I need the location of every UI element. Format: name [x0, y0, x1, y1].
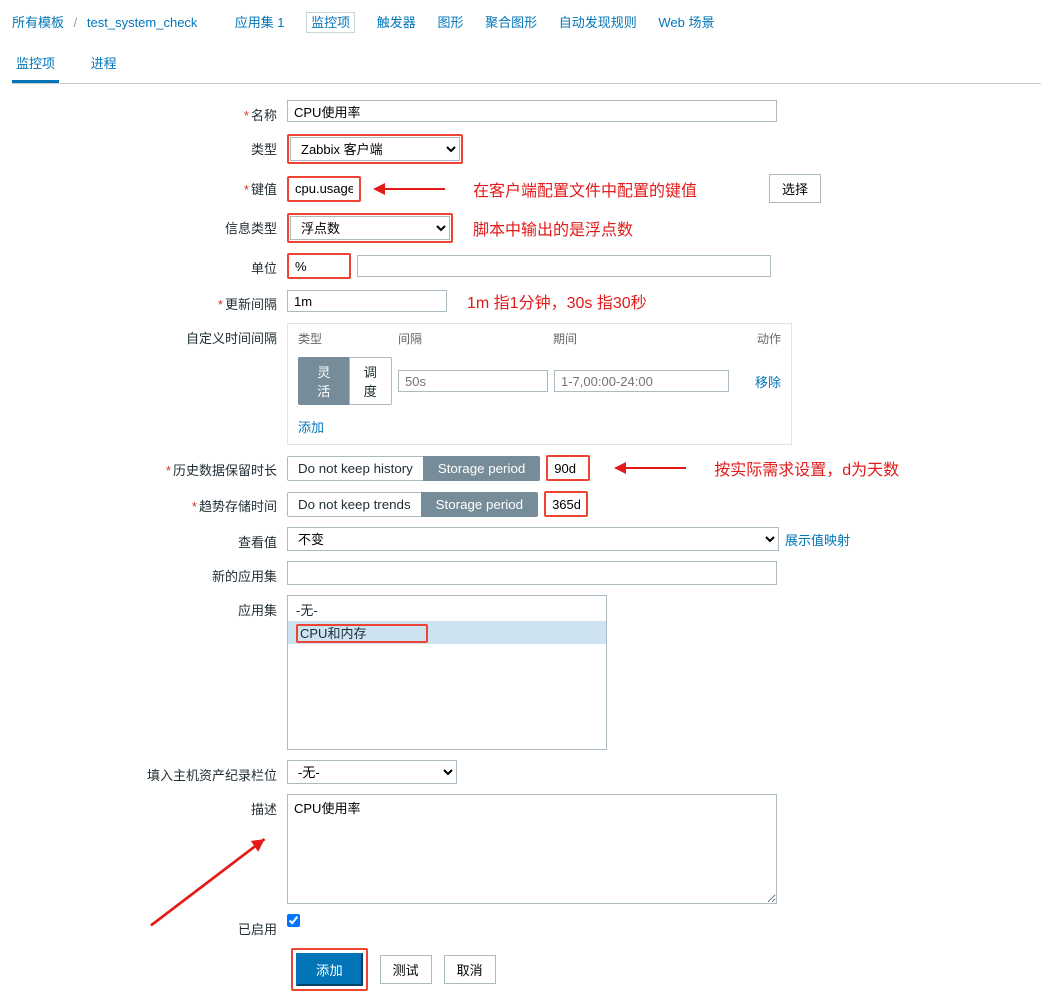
- info-type-select[interactable]: 浮点数: [290, 216, 450, 240]
- annotation-info-type: 脚本中输出的是浮点数: [473, 216, 633, 240]
- history-value-input[interactable]: [548, 457, 588, 479]
- label-new-app: 新的应用集: [212, 569, 277, 584]
- trends-storage-button[interactable]: Storage period: [421, 492, 538, 517]
- label-update-interval: 更新间隔: [225, 297, 277, 312]
- tab-screens[interactable]: 聚合图形: [485, 15, 537, 30]
- label-description: 描述: [251, 802, 277, 817]
- annotation-interval: 1m 指1分钟，30s 指30秒: [467, 289, 647, 313]
- label-info-type: 信息类型: [225, 221, 277, 236]
- new-app-input[interactable]: [287, 561, 777, 585]
- tab-graphs[interactable]: 图形: [437, 15, 463, 30]
- label-apps: 应用集: [238, 603, 277, 618]
- history-storage-button[interactable]: Storage period: [423, 456, 540, 481]
- subtab-process[interactable]: 进程: [87, 45, 121, 80]
- show-value-select[interactable]: 不变: [287, 527, 779, 551]
- label-show-value: 查看值: [238, 535, 277, 550]
- list-item-cpu-mem[interactable]: CPU和内存: [288, 621, 606, 644]
- unit-input[interactable]: [289, 255, 349, 277]
- trends-value-input[interactable]: [546, 493, 586, 515]
- arrow-icon: [375, 188, 445, 190]
- app-listbox[interactable]: -无- CPU和内存: [287, 595, 607, 750]
- breadcrumb-all-templates[interactable]: 所有模板: [12, 15, 64, 30]
- type-select[interactable]: Zabbix 客户端: [290, 137, 460, 161]
- label-history: 历史数据保留时长: [173, 463, 277, 478]
- tab-items[interactable]: 监控项: [306, 12, 355, 33]
- label-name: 名称: [251, 108, 277, 123]
- interval-value-input[interactable]: [398, 370, 548, 392]
- no-history-button[interactable]: Do not keep history: [287, 456, 424, 481]
- name-input[interactable]: [287, 100, 777, 122]
- test-button[interactable]: 测试: [380, 955, 432, 984]
- inventory-select[interactable]: -无-: [287, 760, 457, 784]
- add-button[interactable]: 添加: [296, 953, 363, 986]
- key-input[interactable]: [289, 178, 359, 200]
- label-trends: 趋势存储时间: [199, 499, 277, 514]
- label-enabled: 已启用: [238, 922, 277, 937]
- cancel-button[interactable]: 取消: [444, 955, 496, 984]
- label-unit: 单位: [251, 261, 277, 276]
- label-type: 类型: [251, 142, 277, 157]
- enabled-checkbox[interactable]: [287, 914, 300, 927]
- label-inventory: 填入主机资产纪录栏位: [147, 768, 277, 783]
- no-trends-button[interactable]: Do not keep trends: [287, 492, 422, 517]
- interval-hdr-interval: 间隔: [398, 330, 553, 347]
- breadcrumb-template[interactable]: test_system_check: [87, 15, 198, 30]
- subtab-item[interactable]: 监控项: [12, 45, 59, 83]
- breadcrumb: 所有模板 / test_system_check 应用集 1 监控项 触发器 图…: [12, 8, 1041, 39]
- interval-flex-button[interactable]: 灵活: [298, 357, 350, 405]
- top-tabs: 应用集 1 监控项 触发器 图形 聚合图形 自动发现规则 Web 场景: [235, 12, 733, 31]
- annotation-storage: 按实际需求设置，d为天数: [714, 456, 899, 480]
- arrow-icon: [616, 467, 686, 469]
- interval-sched-button[interactable]: 调度: [349, 357, 393, 405]
- annotation-key: 在客户端配置文件中配置的键值: [473, 177, 697, 201]
- interval-period-input[interactable]: [554, 370, 729, 392]
- interval-remove-link[interactable]: 移除: [755, 375, 781, 390]
- description-textarea[interactable]: CPU使用率: [287, 794, 777, 904]
- show-value-mapping-link[interactable]: 展示值映射: [785, 530, 850, 549]
- interval-hdr-type: 类型: [298, 330, 398, 347]
- tab-triggers[interactable]: 触发器: [377, 15, 416, 30]
- select-key-button[interactable]: 选择: [769, 174, 821, 203]
- interval-add-link[interactable]: 添加: [298, 420, 324, 435]
- interval-hdr-action: 动作: [741, 330, 781, 347]
- tab-web[interactable]: Web 场景: [658, 15, 714, 30]
- interval-hdr-period: 期间: [553, 330, 741, 347]
- label-key: 键值: [251, 182, 277, 197]
- tab-apps[interactable]: 应用集 1: [235, 15, 285, 30]
- list-item-none[interactable]: -无-: [288, 598, 606, 621]
- custom-interval-block: 类型 间隔 期间 动作 灵活 调度 移除 添加: [287, 323, 792, 445]
- tab-discovery[interactable]: 自动发现规则: [559, 15, 637, 30]
- unit-input-tail[interactable]: [357, 255, 771, 277]
- update-interval-input[interactable]: [287, 290, 447, 312]
- label-custom-interval: 自定义时间间隔: [186, 331, 277, 346]
- sub-tabs: 监控项 进程: [12, 45, 1041, 84]
